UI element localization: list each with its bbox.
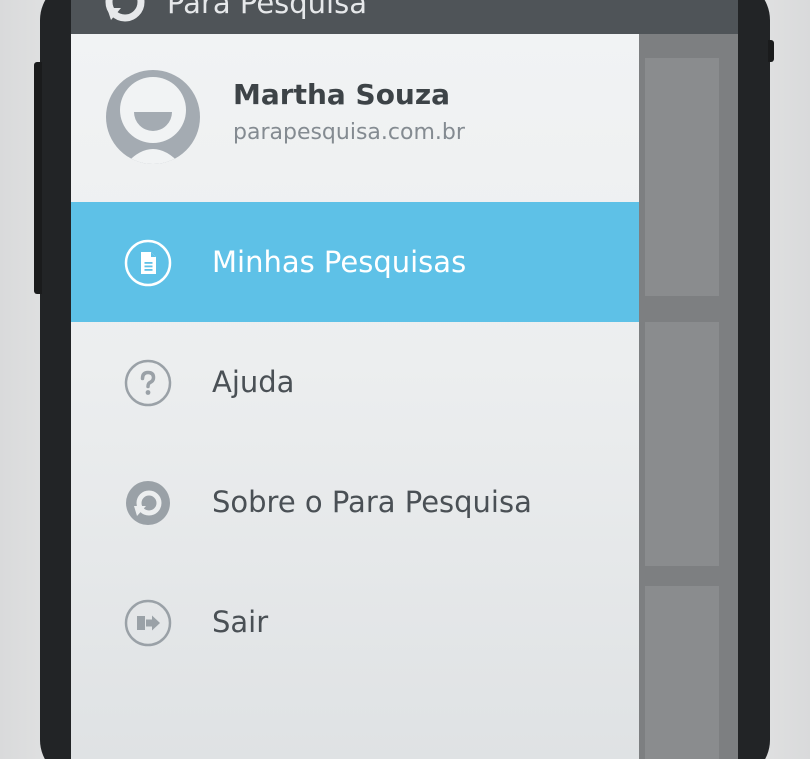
menu-item-sair[interactable]: Sair — [71, 562, 639, 682]
drawer-menu: Minhas Pesquisas Ajuda Sobre o Para Pesq… — [71, 202, 639, 682]
background-card — [645, 322, 719, 566]
background-card — [645, 586, 719, 759]
menu-item-ajuda[interactable]: Ajuda — [71, 322, 639, 442]
background-card — [645, 58, 719, 296]
document-icon — [124, 239, 172, 287]
phone-screen: Para Pesquisa Martha Souza parapesquisa.… — [71, 0, 738, 759]
app-title: Para Pesquisa — [167, 0, 367, 20]
phone-side-button — [34, 62, 42, 294]
profile-header: Martha Souza parapesquisa.com.br — [71, 34, 639, 202]
menu-item-label: Sair — [212, 605, 269, 639]
refresh-logo-icon[interactable] — [101, 0, 149, 26]
menu-item-label: Ajuda — [212, 365, 295, 399]
refresh-logo-icon — [124, 479, 172, 527]
user-domain: parapesquisa.com.br — [233, 120, 465, 145]
user-avatar-icon[interactable] — [106, 70, 200, 164]
help-icon — [124, 359, 172, 407]
menu-item-sobre[interactable]: Sobre o Para Pesquisa — [71, 442, 639, 562]
app-bar: Para Pesquisa — [71, 0, 738, 34]
logout-icon — [124, 599, 172, 647]
navigation-drawer: Martha Souza parapesquisa.com.br Minhas … — [71, 34, 639, 759]
menu-item-minhas-pesquisas[interactable]: Minhas Pesquisas — [71, 202, 639, 322]
menu-item-label: Sobre o Para Pesquisa — [212, 485, 532, 519]
user-name: Martha Souza — [233, 78, 451, 111]
phone-side-button-right — [768, 40, 774, 62]
menu-item-label: Minhas Pesquisas — [212, 245, 467, 279]
